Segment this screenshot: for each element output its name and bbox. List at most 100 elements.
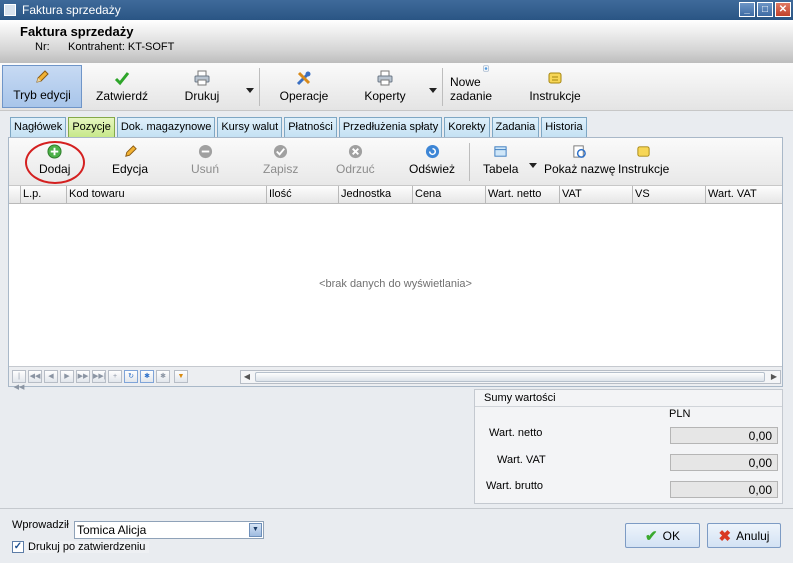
envelopes-dropdown-icon[interactable]	[429, 88, 437, 93]
funnel-icon[interactable]: ▼	[174, 370, 188, 383]
toolbar-separator	[442, 68, 443, 106]
column-header[interactable]: L.p.	[21, 186, 67, 204]
maximize-icon[interactable]: □	[757, 2, 773, 17]
show-name-icon	[573, 145, 587, 158]
contractor-label: Kontrahent: KT-SOFT	[68, 41, 175, 53]
chevron-down-icon[interactable]: ▼	[249, 523, 262, 537]
edit-label: Edycja	[112, 162, 149, 176]
document-number-label: Nr:	[35, 41, 50, 53]
tab-tasks[interactable]: Zadania	[491, 117, 540, 137]
toolbar-separator	[259, 68, 260, 106]
edit-button[interactable]: Edycja	[112, 144, 148, 176]
column-header[interactable]: Ilość	[267, 186, 339, 204]
refresh-button[interactable]: Odśwież	[409, 144, 455, 176]
tab-payments[interactable]: Płatności	[284, 117, 337, 137]
delete-button[interactable]: Usuń	[191, 144, 219, 176]
tab-corrections[interactable]: Korekty	[444, 117, 490, 137]
scroll-left-icon[interactable]: ◀	[241, 371, 253, 383]
sums-panel: Sumy wartości PLN Wart. netto 0,00 Wart.…	[474, 389, 783, 504]
reject-icon	[348, 144, 362, 159]
gross-value-label: Wart. brutto	[486, 480, 544, 492]
edit-mode-label: Tryb edycji	[13, 88, 71, 102]
printer-icon	[194, 70, 210, 86]
insert-record-icon[interactable]: +	[108, 370, 122, 383]
panel-instructions-label: Instrukcje	[618, 162, 670, 176]
print-label: Drukuj	[184, 89, 220, 103]
new-task-button[interactable]: Nowe zadanie	[450, 65, 522, 108]
tab-header[interactable]: Nagłówek	[10, 117, 67, 137]
column-header[interactable]: VAT	[560, 186, 633, 204]
positions-toolbar: Dodaj Edycja Usuń Zapisz Odrzuć Odśwież …	[9, 138, 782, 186]
cross-icon: ✖	[718, 527, 732, 545]
scroll-right-icon[interactable]: ▶	[768, 371, 780, 383]
horizontal-scrollbar[interactable]: ◀ ▶	[240, 370, 781, 384]
edit-mode-button[interactable]: Tryb edycji	[2, 65, 82, 108]
refresh-grid-icon[interactable]: ↻	[124, 370, 138, 383]
operations-button[interactable]: Operacje	[274, 65, 334, 108]
tab-payment-extensions[interactable]: Przedłużenia spłaty	[338, 117, 443, 137]
prev-record-icon[interactable]: ◀	[44, 370, 58, 383]
tab-warehouse-docs[interactable]: Dok. magazynowe	[116, 117, 216, 137]
instructions-button[interactable]: Instrukcje	[527, 65, 583, 108]
print-dropdown-icon[interactable]	[246, 88, 254, 93]
reject-button[interactable]: Odrzuć	[336, 144, 375, 176]
last-page-icon[interactable]: ▶▶|	[92, 370, 106, 383]
tab-positions[interactable]: Pozycje	[68, 117, 115, 137]
scroll-icon	[548, 72, 562, 84]
tab-exchange-rates[interactable]: Kursy walut	[217, 117, 283, 137]
reject-label: Odrzuć	[336, 162, 375, 176]
title-bar: Faktura sprzedaży _ □ ✕	[0, 0, 793, 20]
instructions-label: Instrukcje	[529, 89, 581, 103]
grid-header: L.p. Kod towaru Ilość Jednostka Cena War…	[9, 186, 782, 204]
cancel-button[interactable]: ✖ Anuluj	[707, 523, 781, 548]
envelope-printer-icon	[377, 70, 393, 86]
panel-instructions-button[interactable]: Instrukcje	[618, 144, 669, 176]
print-after-approval-label: Drukuj po zatwierdzeniu	[28, 541, 146, 553]
print-button[interactable]: Drukuj	[172, 65, 232, 108]
column-header[interactable]: Wart. VAT	[706, 186, 782, 204]
minimize-icon[interactable]: _	[739, 2, 755, 17]
delete-label: Usuń	[191, 162, 220, 176]
ok-button[interactable]: ✔ OK	[625, 523, 700, 548]
filter-icon[interactable]: ✱	[140, 370, 154, 383]
show-name-button[interactable]: Pokaż nazwę	[544, 144, 615, 176]
sums-divider	[475, 406, 782, 407]
first-page-icon[interactable]: |◀◀	[12, 370, 26, 391]
save-icon	[274, 144, 288, 159]
column-header[interactable]: Jednostka	[339, 186, 413, 204]
grid-empty-message: <brak danych do wyświetlania>	[319, 278, 472, 290]
print-after-approval-row[interactable]: ✓ Drukuj po zatwierdzeniu	[12, 541, 150, 553]
column-header[interactable]: VS	[633, 186, 706, 204]
column-header[interactable]: Wart. netto	[486, 186, 560, 204]
close-icon[interactable]: ✕	[775, 2, 791, 17]
entered-by-value: Tomica Alicja	[77, 523, 147, 537]
column-header[interactable]: Kod towaru	[67, 186, 267, 204]
gross-value-field: 0,00	[670, 481, 778, 498]
next-page-icon[interactable]: ▶▶	[76, 370, 90, 383]
clear-filter-icon[interactable]: ✱	[156, 370, 170, 383]
table-dropdown-icon[interactable]	[529, 163, 537, 168]
save-button[interactable]: Zapisz	[263, 144, 298, 176]
approve-label: Zatwierdź	[95, 89, 148, 103]
scrollbar-thumb[interactable]	[255, 372, 765, 382]
table-icon	[494, 146, 507, 157]
prev-page-icon[interactable]: ◀◀	[28, 370, 42, 383]
checkmark-icon: ✔	[645, 527, 658, 545]
next-record-icon[interactable]: ▶	[60, 370, 74, 383]
refresh-label: Odśwież	[409, 162, 456, 176]
pencil-icon	[124, 145, 137, 157]
document-header: Faktura sprzedaży Nr: Kontrahent: KT-SOF…	[0, 20, 793, 63]
envelopes-button[interactable]: Koperty	[356, 65, 414, 108]
table-button[interactable]: Tabela	[483, 144, 518, 176]
ok-label: OK	[662, 528, 680, 543]
entered-by-select[interactable]: Tomica Alicja ▼	[74, 521, 264, 539]
tab-history[interactable]: Historia	[541, 117, 587, 137]
net-value-label: Wart. netto	[489, 427, 543, 439]
delete-icon	[198, 144, 212, 159]
approve-button[interactable]: Zatwierdź	[88, 65, 156, 108]
column-header[interactable]: Cena	[413, 186, 486, 204]
footer-divider	[0, 508, 793, 509]
tools-icon	[296, 71, 311, 86]
print-after-approval-checkbox[interactable]: ✓	[12, 541, 24, 553]
window-controls: _ □ ✕	[739, 2, 791, 17]
